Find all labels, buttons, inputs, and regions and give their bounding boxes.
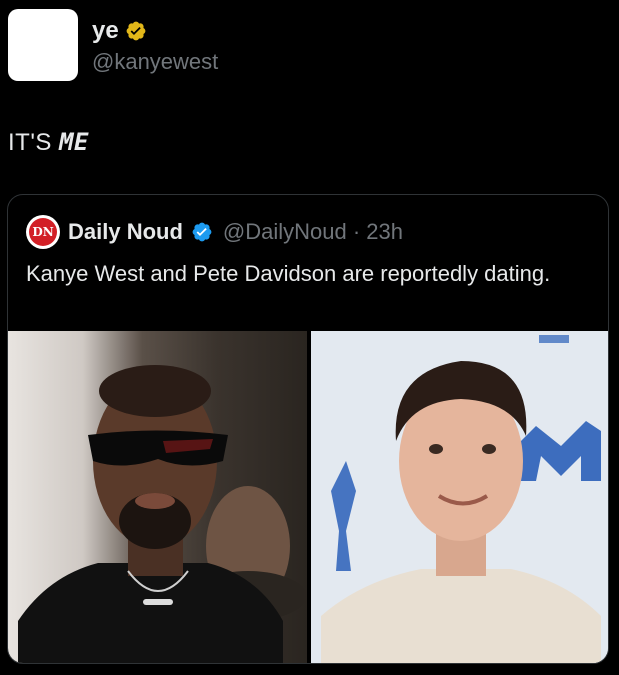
quoted-author-name[interactable]: Daily Noud [68,219,183,245]
daily-noud-logo-icon: DN [29,218,57,246]
author-name-row: ye [92,18,147,44]
tweet-text-stylized: ME [59,128,89,156]
short-hair [99,365,211,417]
quoted-tweet-header: DN Daily Noud @DailyNoud · 23h [26,215,403,249]
lips [135,493,175,509]
kanye-west-illustration [18,365,306,663]
quoted-tweet-text: Kanye West and Pete Davidson are reporte… [26,261,551,286]
author-display-name[interactable]: ye [92,18,119,44]
blue-verified-icon [192,222,212,242]
photo-pete-davidson[interactable] [311,331,608,663]
gold-verified-icon [126,21,146,41]
right-eye [482,444,496,454]
quoted-tweet-photos [8,331,608,663]
author-handle[interactable]: @kanyewest [92,50,218,74]
author-avatar[interactable] [8,9,78,81]
necklace-pendant [143,599,173,605]
left-eye [429,444,443,454]
black-shirt [18,563,283,663]
tweet-text-prefix: IT'S [8,129,60,156]
tweet-text: IT'S ME [8,128,89,157]
pete-davidson-illustration [311,331,608,663]
photo-kanye-west[interactable] [8,331,307,663]
quoted-tweet-card[interactable]: DN Daily Noud @DailyNoud · 23h Kanye Wes… [7,194,609,664]
quoted-author-handle-time[interactable]: @DailyNoud · 23h [223,219,403,245]
quoted-author-avatar[interactable]: DN [26,215,60,249]
mtv-logo-fragment [539,335,569,343]
